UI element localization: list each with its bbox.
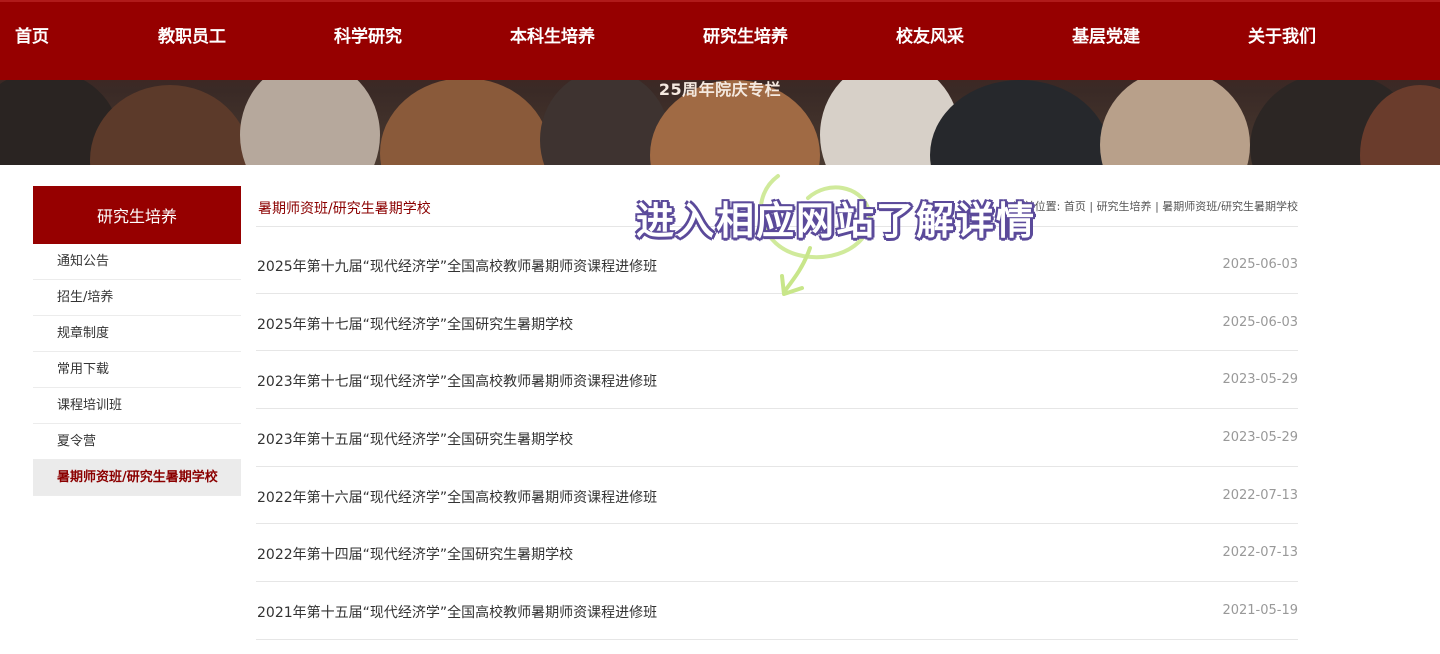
news-date: 2021-05-19 — [1222, 603, 1298, 619]
breadcrumb: 当前位置: 首页 | 研究生培养 | 暑期师资班/研究生暑期学校 — [1013, 198, 1298, 214]
list-item[interactable]: 2021年第十五届“现代经济学”全国高校教师暑期师资课程进修班 2021-05-… — [256, 582, 1298, 640]
overlay-caption: 进入相应网站了解详情 — [636, 199, 1037, 243]
nav-item-faculty[interactable]: 教职员工 — [158, 22, 226, 47]
breadcrumb-summer-school[interactable]: 暑期师资班/研究生暑期学校 — [1162, 200, 1298, 213]
list-item[interactable]: 2023年第十七届“现代经济学”全国高校教师暑期师资课程进修班 2023-05-… — [256, 351, 1298, 410]
list-item[interactable]: 2022年第十四届“现代经济学”全国研究生暑期学校 2022-07-13 — [256, 524, 1298, 583]
sidebar-item-downloads[interactable]: 常用下载 — [33, 352, 241, 388]
news-title[interactable]: 2025年第十七届“现代经济学”全国研究生暑期学校 — [257, 314, 573, 334]
news-title[interactable]: 2023年第十七届“现代经济学”全国高校教师暑期师资课程进修班 — [257, 371, 657, 391]
breadcrumb-home[interactable]: 首页 — [1064, 200, 1086, 213]
news-date: 2025-06-03 — [1222, 314, 1298, 330]
news-title[interactable]: 2025年第十九届“现代经济学”全国高校教师暑期师资课程进修班 — [257, 256, 657, 276]
nav-item-party[interactable]: 基层党建 — [1072, 22, 1140, 47]
sidebar-item-regulations[interactable]: 规章制度 — [33, 316, 241, 352]
sidebar-title: 研究生培养 — [33, 186, 241, 244]
news-date: 2022-07-13 — [1222, 487, 1298, 503]
news-title[interactable]: 2022年第十六届“现代经济学”全国高校教师暑期师资课程进修班 — [257, 487, 657, 507]
nav-item-research[interactable]: 科学研究 — [334, 22, 402, 47]
sidebar-item-summer-school[interactable]: 暑期师资班/研究生暑期学校 — [33, 460, 241, 496]
news-date: 2023-05-29 — [1222, 372, 1298, 388]
sidebar-item-admissions[interactable]: 招生/培养 — [33, 280, 241, 316]
page: 25周年院庆专栏 首页 教职员工 科学研究 本科生培养 研究生培养 校友风采 基… — [0, 0, 1440, 654]
news-title[interactable]: 2023年第十五届“现代经济学”全国研究生暑期学校 — [257, 429, 573, 449]
list-item[interactable]: 2023年第十五届“现代经济学”全国研究生暑期学校 2023-05-29 — [256, 409, 1298, 467]
nav-item-undergraduate[interactable]: 本科生培养 — [510, 22, 595, 47]
news-date: 2023-05-29 — [1222, 430, 1298, 446]
breadcrumb-separator: | — [1089, 200, 1094, 213]
sidebar-item-notices[interactable]: 通知公告 — [33, 244, 241, 280]
main-nav: 首页 教职员工 科学研究 本科生培养 研究生培养 校友风采 基层党建 关于我们 — [0, 0, 1440, 80]
nav-item-home[interactable]: 首页 — [15, 22, 49, 47]
news-title[interactable]: 2021年第十五届“现代经济学”全国高校教师暑期师资课程进修班 — [257, 602, 657, 622]
sidebar-item-summer-camp[interactable]: 夏令营 — [33, 424, 241, 460]
news-date: 2022-07-13 — [1222, 545, 1298, 561]
news-date: 2025-06-03 — [1222, 257, 1298, 272]
breadcrumb-separator: | — [1155, 200, 1159, 213]
sidebar: 研究生培养 通知公告 招生/培养 规章制度 常用下载 课程培训班 夏令营 暑期师… — [33, 186, 241, 498]
nav-item-alumni[interactable]: 校友风采 — [896, 22, 964, 47]
page-title: 暑期师资班/研究生暑期学校 — [258, 201, 431, 217]
sidebar-item-training-courses[interactable]: 课程培训班 — [33, 388, 241, 424]
breadcrumb-graduate[interactable]: 研究生培养 — [1097, 200, 1152, 213]
list-item[interactable]: 2022年第十六届“现代经济学”全国高校教师暑期师资课程进修班 2022-07-… — [256, 467, 1298, 525]
nav-item-about[interactable]: 关于我们 — [1248, 22, 1316, 47]
news-title[interactable]: 2022年第十四届“现代经济学”全国研究生暑期学校 — [257, 544, 573, 564]
nav-item-graduate[interactable]: 研究生培养 — [703, 22, 788, 47]
